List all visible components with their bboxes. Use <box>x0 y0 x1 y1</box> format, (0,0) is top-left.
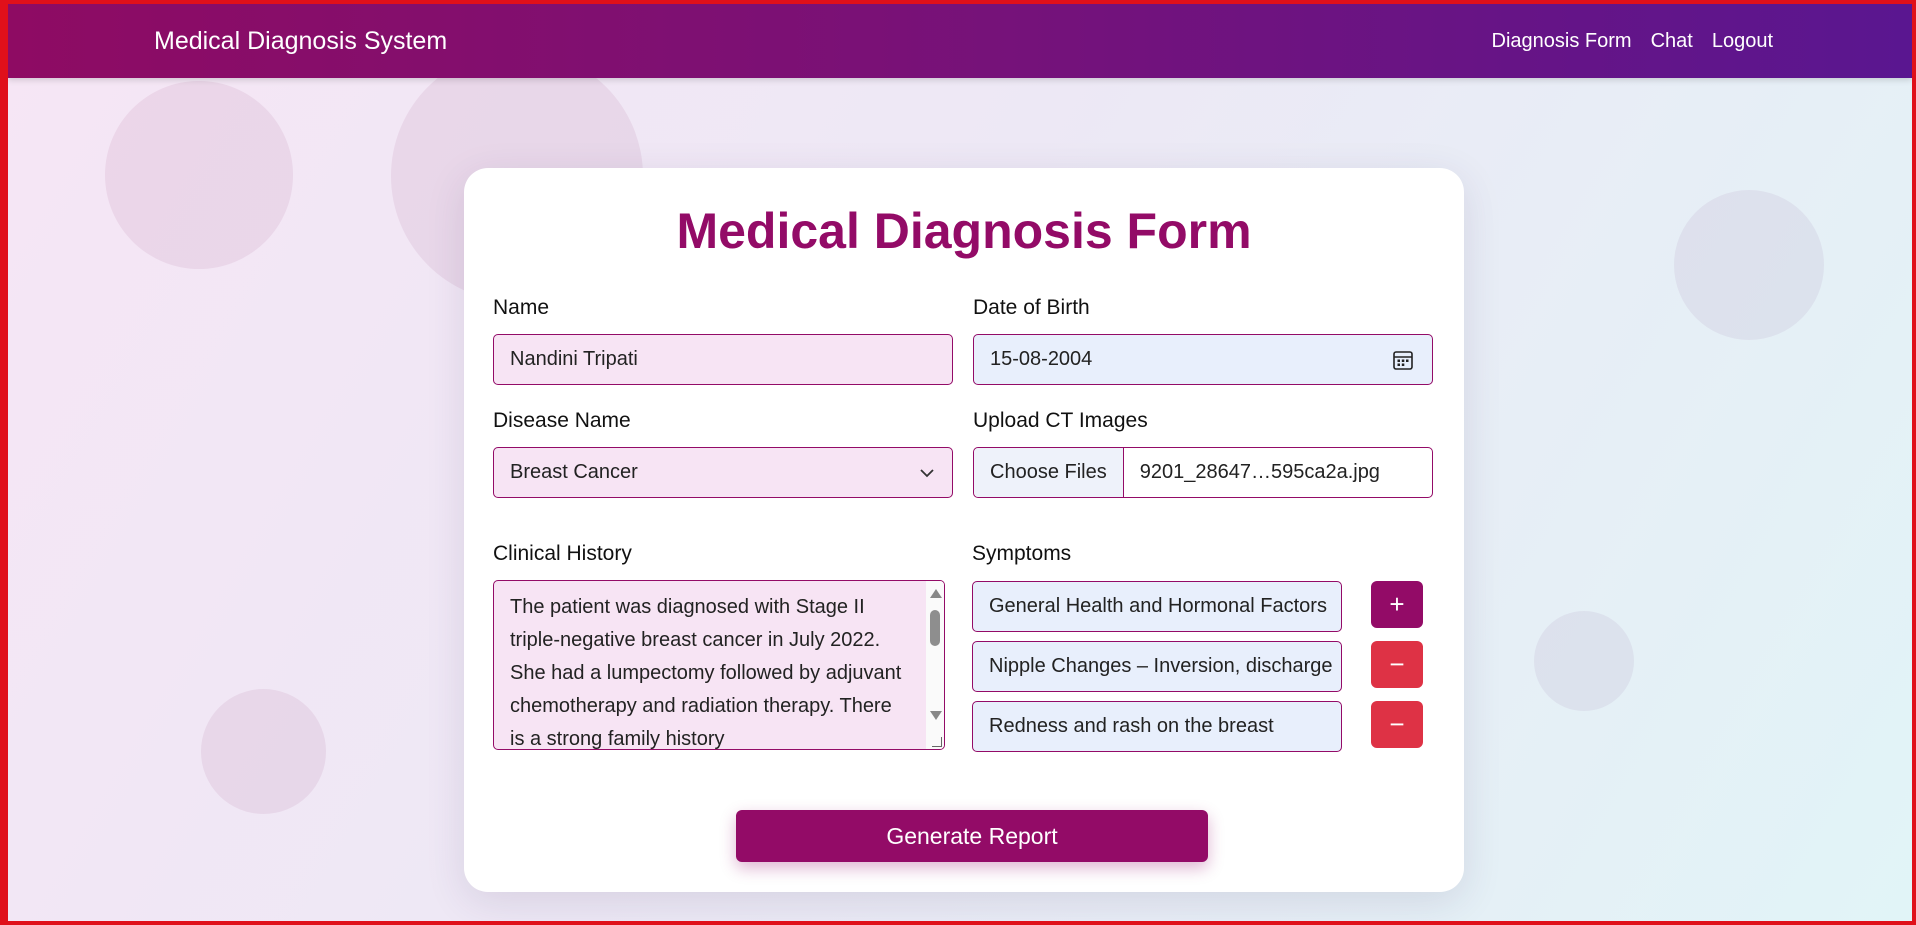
disease-select[interactable]: Breast Cancer <box>493 447 953 498</box>
symptom-value: Nipple Changes – Inversion, discharge <box>989 655 1333 677</box>
clinical-history-textarea[interactable]: The patient was diagnosed with Stage II … <box>493 580 945 750</box>
decorative-circle <box>1534 611 1634 711</box>
decorative-circle <box>201 689 326 814</box>
top-navbar: Medical Diagnosis System Diagnosis Form … <box>8 4 1912 78</box>
calendar-icon[interactable] <box>1392 349 1414 371</box>
chevron-down-icon <box>920 469 934 478</box>
clinical-history-label: Clinical History <box>493 542 632 565</box>
name-label: Name <box>493 296 550 319</box>
symptoms-label: Symptoms <box>972 542 1072 565</box>
scroll-down-arrow-icon[interactable] <box>930 711 942 720</box>
minus-icon: − <box>1389 709 1405 739</box>
textarea-scrollbar[interactable] <box>926 581 944 749</box>
name-value: Nandini Tripati <box>510 348 638 370</box>
nav-link-chat[interactable]: Chat <box>1651 30 1693 53</box>
name-input[interactable]: Nandini Tripati <box>493 334 953 385</box>
symptom-input-3[interactable]: Redness and rash on the breast <box>972 701 1342 752</box>
dob-value: 15-08-2004 <box>990 348 1093 370</box>
app-brand[interactable]: Medical Diagnosis System <box>154 27 447 56</box>
remove-symptom-button[interactable]: − <box>1371 641 1423 688</box>
scroll-up-arrow-icon[interactable] <box>930 589 942 598</box>
decorative-circle <box>1674 190 1824 340</box>
symptom-value: General Health and Hormonal Factors <box>989 595 1327 617</box>
decorative-circle <box>105 81 293 269</box>
add-symptom-button[interactable]: + <box>1371 581 1423 628</box>
remove-symptom-button[interactable]: − <box>1371 701 1423 748</box>
dob-label: Date of Birth <box>973 296 1090 319</box>
diagnosis-form-card: Medical Diagnosis Form Name Nandini Trip… <box>464 168 1464 892</box>
nav-links: Diagnosis Form Chat Logout <box>1492 30 1773 53</box>
minus-icon: − <box>1389 649 1405 679</box>
clinical-history-text: The patient was diagnosed with Stage II … <box>510 596 902 750</box>
upload-label: Upload CT Images <box>973 409 1148 432</box>
app-window: Medical Diagnosis System Diagnosis Form … <box>0 0 1916 925</box>
form-title: Medical Diagnosis Form <box>676 203 1252 259</box>
disease-label: Disease Name <box>493 409 631 432</box>
scroll-thumb[interactable] <box>930 610 940 646</box>
symptom-input-2[interactable]: Nipple Changes – Inversion, discharge <box>972 641 1342 692</box>
generate-report-button[interactable]: Generate Report <box>736 810 1208 862</box>
dob-input[interactable]: 15-08-2004 <box>973 334 1433 385</box>
ct-upload-input[interactable]: Choose Files 9201_28647…595ca2a.jpg <box>973 447 1433 498</box>
nav-link-logout[interactable]: Logout <box>1712 30 1773 53</box>
nav-link-diagnosis-form[interactable]: Diagnosis Form <box>1492 30 1632 53</box>
plus-icon: + <box>1389 589 1405 619</box>
choose-files-button[interactable]: Choose Files <box>974 448 1124 497</box>
selected-file-name: 9201_28647…595ca2a.jpg <box>1139 461 1380 483</box>
symptom-value: Redness and rash on the breast <box>989 715 1274 737</box>
resize-handle-icon[interactable] <box>932 737 942 747</box>
disease-value: Breast Cancer <box>510 461 638 483</box>
symptom-input-1[interactable]: General Health and Hormonal Factors <box>972 581 1342 632</box>
